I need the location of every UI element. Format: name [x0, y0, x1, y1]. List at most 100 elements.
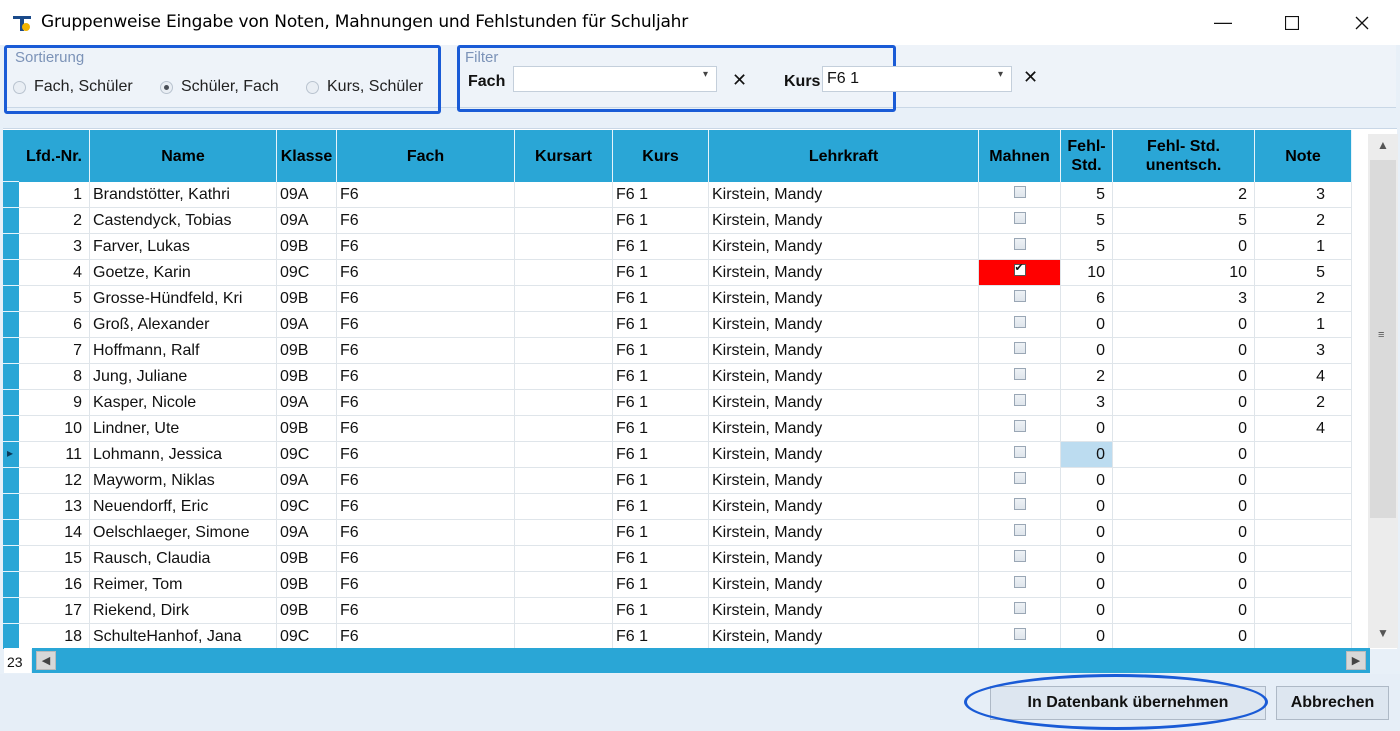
column-header-kursart[interactable]: Kursart: [515, 130, 613, 182]
row-selector[interactable]: [3, 598, 19, 624]
cell-fehlstd[interactable]: 0: [1061, 598, 1113, 624]
checkbox-icon[interactable]: [1013, 472, 1026, 484]
cell-kursart[interactable]: [515, 338, 613, 364]
cell-kurs[interactable]: F6 1: [613, 416, 709, 442]
cell-kursart[interactable]: [515, 520, 613, 546]
cell-kurs[interactable]: F6 1: [613, 546, 709, 572]
cell-kurs[interactable]: F6 1: [613, 286, 709, 312]
cell-fehlstd[interactable]: 0: [1061, 338, 1113, 364]
cell-name[interactable]: Oelschlaeger, Simone: [90, 520, 277, 546]
cell-kurs[interactable]: F6 1: [613, 624, 709, 649]
cell-fehlstd[interactable]: 0: [1061, 468, 1113, 494]
checkbox-icon[interactable]: [1013, 550, 1026, 562]
cell-fach[interactable]: F6: [337, 234, 515, 260]
checkbox-icon[interactable]: [1013, 238, 1026, 250]
checkbox-icon[interactable]: [1013, 342, 1026, 354]
cell-klasse[interactable]: 09C: [277, 624, 337, 649]
cell-klasse[interactable]: 09B: [277, 364, 337, 390]
checkbox-icon[interactable]: [1013, 290, 1026, 302]
row-selector[interactable]: ▸: [3, 442, 19, 468]
clear-fach-icon[interactable]: ✕: [732, 70, 747, 91]
row-selector[interactable]: [3, 182, 19, 208]
cell-mahnen[interactable]: [979, 572, 1061, 598]
cell-lehrkraft[interactable]: Kirstein, Mandy: [709, 234, 979, 260]
checkbox-icon[interactable]: [1013, 394, 1026, 406]
row-selector[interactable]: [3, 468, 19, 494]
cell-name[interactable]: Brandstötter, Kathri: [90, 182, 277, 208]
cell-fehlstd-unentsch[interactable]: 0: [1113, 234, 1255, 260]
cell-fach[interactable]: F6: [337, 260, 515, 286]
row-selector[interactable]: [3, 312, 19, 338]
cell-klasse[interactable]: 09A: [277, 182, 337, 208]
cell-lfd-nr[interactable]: 3: [19, 234, 90, 260]
cell-kurs[interactable]: F6 1: [613, 494, 709, 520]
cell-lehrkraft[interactable]: Kirstein, Mandy: [709, 598, 979, 624]
cell-klasse[interactable]: 09A: [277, 312, 337, 338]
column-header-lehrkraft[interactable]: Lehrkraft: [709, 130, 979, 182]
cell-name[interactable]: SchulteHanhof, Jana: [90, 624, 277, 649]
checkbox-icon[interactable]: [1013, 316, 1026, 328]
cell-fehlstd-unentsch[interactable]: 0: [1113, 364, 1255, 390]
cell-mahnen[interactable]: [979, 364, 1061, 390]
cell-kursart[interactable]: [515, 442, 613, 468]
cell-klasse[interactable]: 09B: [277, 286, 337, 312]
cell-fach[interactable]: F6: [337, 312, 515, 338]
cell-note[interactable]: [1255, 468, 1352, 494]
cell-fach[interactable]: F6: [337, 182, 515, 208]
cell-note[interactable]: 3: [1255, 182, 1352, 208]
cell-name[interactable]: Neuendorff, Eric: [90, 494, 277, 520]
cell-fach[interactable]: F6: [337, 624, 515, 649]
cell-name[interactable]: Lindner, Ute: [90, 416, 277, 442]
column-header-note[interactable]: Note: [1255, 130, 1352, 182]
cell-kurs[interactable]: F6 1: [613, 520, 709, 546]
cell-lfd-nr[interactable]: 14: [19, 520, 90, 546]
checkbox-icon[interactable]: [1013, 446, 1026, 458]
checkbox-icon[interactable]: [1013, 420, 1026, 432]
cell-name[interactable]: Jung, Juliane: [90, 364, 277, 390]
cell-name[interactable]: Mayworm, Niklas: [90, 468, 277, 494]
cell-lfd-nr[interactable]: 4: [19, 260, 90, 286]
cell-lehrkraft[interactable]: Kirstein, Mandy: [709, 182, 979, 208]
cell-klasse[interactable]: 09B: [277, 598, 337, 624]
cell-name[interactable]: Kasper, Nicole: [90, 390, 277, 416]
cell-mahnen[interactable]: [979, 208, 1061, 234]
cell-fehlstd-unentsch[interactable]: 0: [1113, 468, 1255, 494]
cell-note[interactable]: [1255, 520, 1352, 546]
cell-kursart[interactable]: [515, 364, 613, 390]
cell-fehlstd-unentsch[interactable]: 0: [1113, 390, 1255, 416]
row-selector[interactable]: [3, 234, 19, 260]
cell-kurs[interactable]: F6 1: [613, 208, 709, 234]
cell-fach[interactable]: F6: [337, 598, 515, 624]
column-header-fehlstd[interactable]: Fehl- Std.: [1061, 130, 1113, 182]
column-header-klasse[interactable]: Klasse: [277, 130, 337, 182]
cell-kursart[interactable]: [515, 468, 613, 494]
cell-lfd-nr[interactable]: 5: [19, 286, 90, 312]
cell-name[interactable]: Reimer, Tom: [90, 572, 277, 598]
row-selector[interactable]: [3, 390, 19, 416]
cell-lehrkraft[interactable]: Kirstein, Mandy: [709, 286, 979, 312]
cell-lehrkraft[interactable]: Kirstein, Mandy: [709, 442, 979, 468]
kurs-combobox[interactable]: F6 1 ▾: [822, 66, 1012, 92]
cell-kursart[interactable]: [515, 286, 613, 312]
cell-kursart[interactable]: [515, 234, 613, 260]
cell-kursart[interactable]: [515, 494, 613, 520]
cell-mahnen[interactable]: [979, 598, 1061, 624]
scroll-left-icon[interactable]: ◀: [36, 651, 56, 670]
cell-kursart[interactable]: [515, 260, 613, 286]
cell-fehlstd[interactable]: 5: [1061, 208, 1113, 234]
cell-mahnen[interactable]: [979, 520, 1061, 546]
cell-mahnen[interactable]: [979, 286, 1061, 312]
cell-lfd-nr[interactable]: 13: [19, 494, 90, 520]
column-header-name[interactable]: Name: [90, 130, 277, 182]
cell-kursart[interactable]: [515, 598, 613, 624]
cell-fehlstd-unentsch[interactable]: 0: [1113, 338, 1255, 364]
cell-klasse[interactable]: 09B: [277, 338, 337, 364]
row-selector[interactable]: [3, 494, 19, 520]
cell-fach[interactable]: F6: [337, 286, 515, 312]
cell-lfd-nr[interactable]: 10: [19, 416, 90, 442]
horizontal-scrollbar[interactable]: [32, 648, 1370, 673]
cell-lfd-nr[interactable]: 9: [19, 390, 90, 416]
cell-lehrkraft[interactable]: Kirstein, Mandy: [709, 338, 979, 364]
cell-lehrkraft[interactable]: Kirstein, Mandy: [709, 312, 979, 338]
cell-kursart[interactable]: [515, 546, 613, 572]
